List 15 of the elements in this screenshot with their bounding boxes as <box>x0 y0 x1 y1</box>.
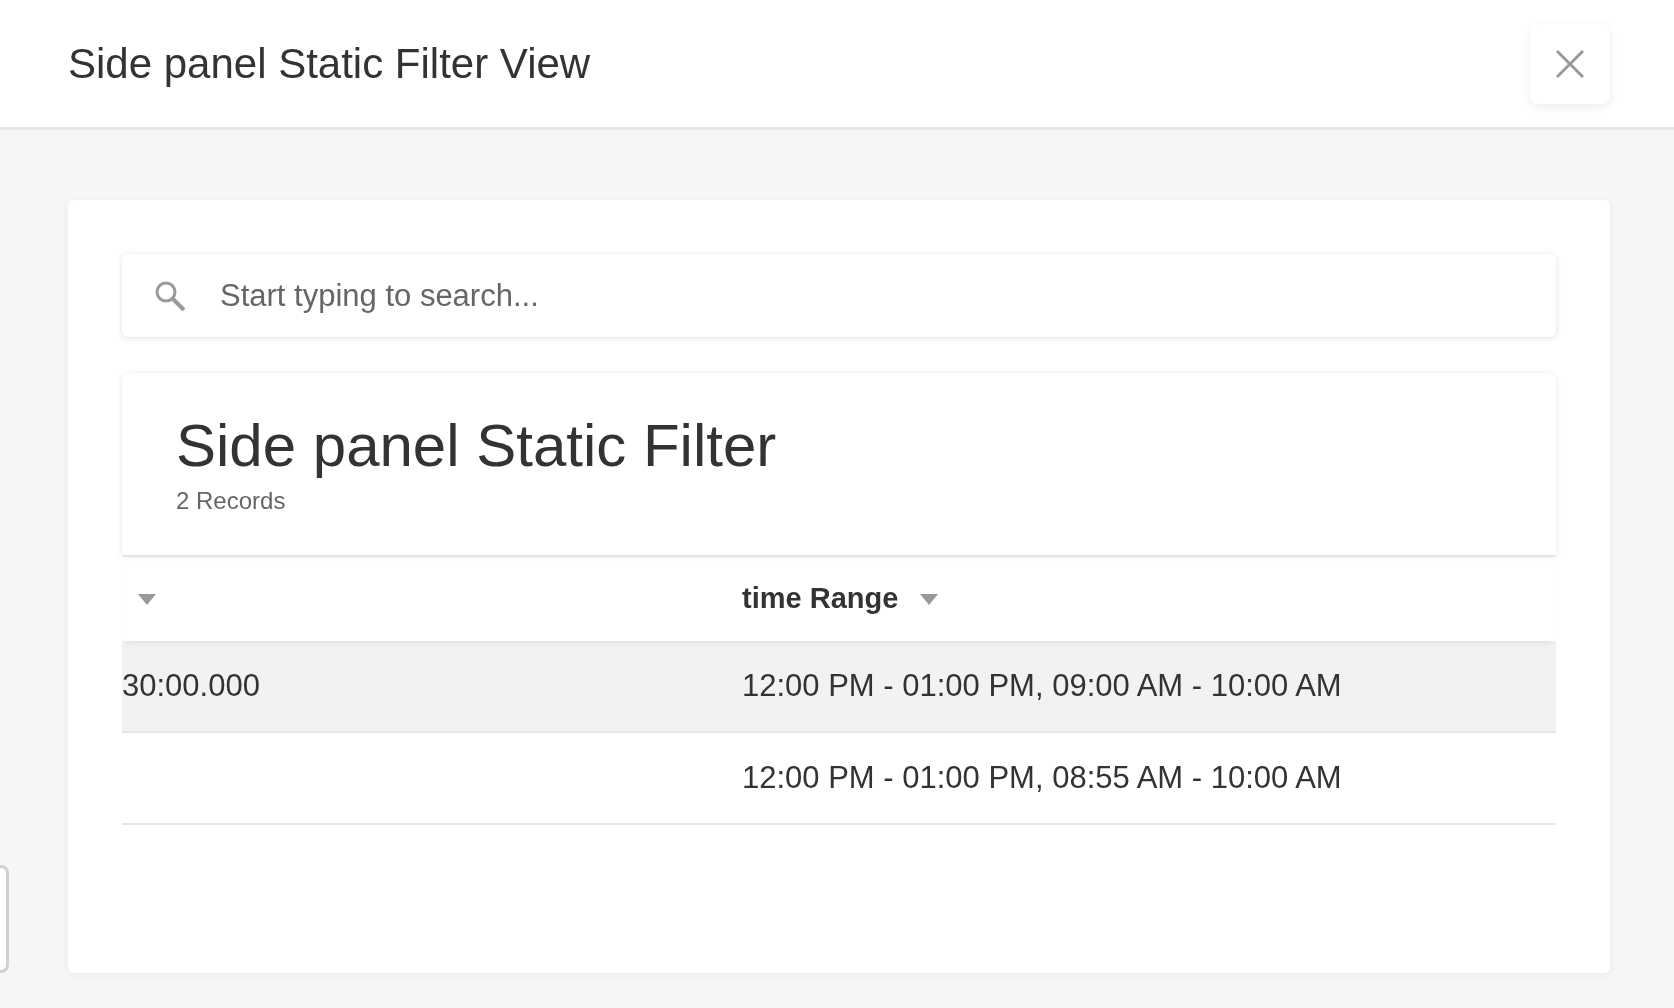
sort-caret-icon[interactable] <box>920 593 939 605</box>
column-header[interactable]: time Range <box>742 577 899 621</box>
side-handle[interactable] <box>0 865 9 973</box>
table-cell-text: 12:00 PM - 01:00 PM, 09:00 AM - 10:00 AM <box>742 666 1343 705</box>
sort-caret-icon[interactable] <box>138 593 156 605</box>
close-icon <box>1555 48 1585 79</box>
table-cell-text: 30:00.000 <box>122 666 261 705</box>
table-cell-text: 12:00 PM - 01:00 PM, 08:55 AM - 10:00 AM <box>742 758 1343 797</box>
search-field[interactable]: Start typing to search... <box>122 254 1556 337</box>
report-title: Side panel Static Filter <box>176 413 778 479</box>
close-button[interactable] <box>1530 23 1610 104</box>
window-title: Side panel Static Filter View <box>68 39 591 89</box>
search-icon <box>154 280 186 312</box>
table-row[interactable]: 30:00.000 12:00 PM - 01:00 PM, 09:00 AM - 10:00 AM <box>122 641 1556 733</box>
record-count: 2 Records <box>176 486 287 516</box>
